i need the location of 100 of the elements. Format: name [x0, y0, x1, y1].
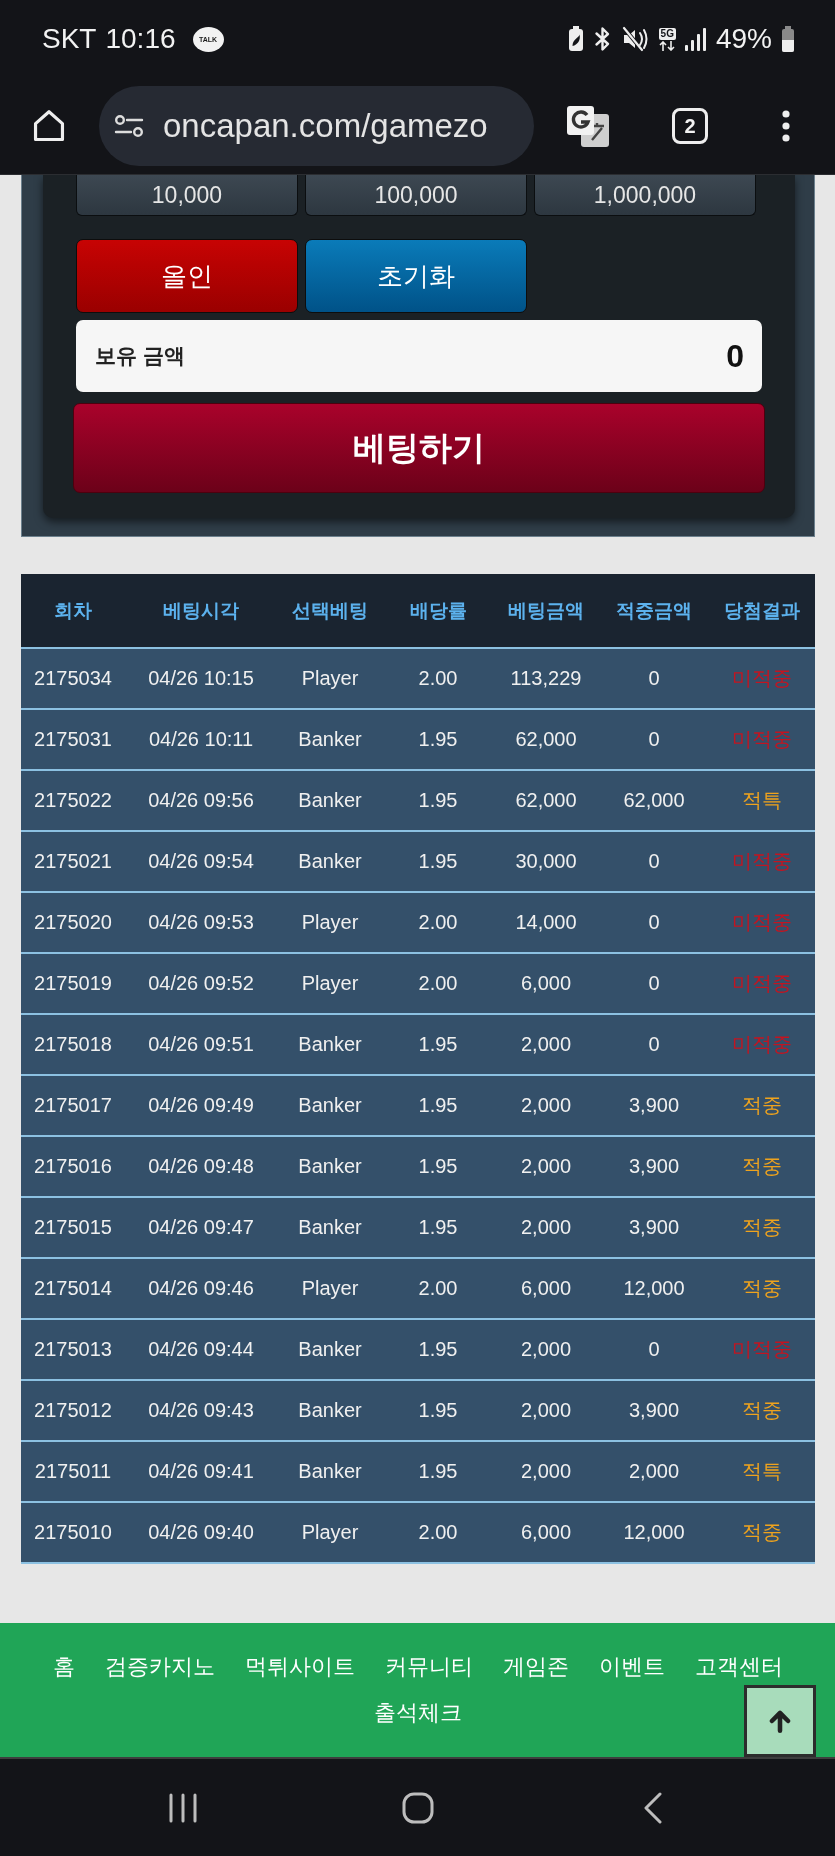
- table-cell-text: 04/26 10:11: [147, 728, 255, 751]
- footer-link[interactable]: 이벤트: [598, 1647, 665, 1687]
- table-cell-text: 2,000: [627, 1460, 681, 1483]
- table-cell-text: 04/26 09:47: [147, 1216, 255, 1239]
- table-cell-text: Banker: [297, 1338, 363, 1361]
- place-bet-button[interactable]: 베팅하기: [73, 403, 765, 493]
- amount-button[interactable]: 100,000: [305, 175, 527, 216]
- table-cell-text: 2,000: [519, 1094, 573, 1117]
- table-cell-text: 04/26 09:49: [147, 1094, 255, 1117]
- table-cell-text: Banker: [297, 1399, 363, 1422]
- mute-icon: [621, 26, 650, 52]
- table-cell-text: Player: [300, 911, 360, 934]
- table-cell-text: 12,000: [622, 1277, 686, 1300]
- table-cell-text: 2175018: [33, 1033, 113, 1056]
- table-cell-text: 2175013: [33, 1338, 113, 1361]
- table-cell-text: 2.00: [417, 911, 459, 934]
- table-cell-text: Player: [300, 1521, 360, 1544]
- table-cell-text: 62,000: [514, 728, 578, 751]
- table-cell-text: 2175014: [33, 1277, 113, 1300]
- battery-saver-icon: [567, 26, 584, 52]
- network-type-label: 5G: [658, 27, 676, 40]
- clock-time: 10:16: [105, 23, 176, 55]
- table-cell-text: 6,000: [519, 1277, 573, 1300]
- translate-icon[interactable]: [566, 104, 610, 148]
- table-cell-text: Banker: [297, 1460, 363, 1483]
- table-cell-text: 2,000: [519, 1338, 573, 1361]
- table-cell-text: 3,900: [627, 1094, 681, 1117]
- result-cell-text: 미적중: [731, 727, 793, 752]
- table-cell-text: 04/26 09:41: [147, 1460, 255, 1483]
- table-cell-text: 2.00: [417, 1521, 459, 1544]
- table-cell-text: 04/26 09:56: [147, 789, 255, 812]
- balance-value: 0: [726, 337, 744, 375]
- table-cell-text: 04/26 09:48: [147, 1155, 255, 1178]
- result-cell-text: 적중: [741, 1520, 783, 1545]
- table-cell-text: Banker: [297, 789, 363, 812]
- table-cell-text: 3,900: [627, 1155, 681, 1178]
- table-cell-text: 1.95: [417, 1460, 459, 1483]
- amount-button[interactable]: 10,000: [76, 175, 298, 216]
- table-cell-text: 1.95: [417, 850, 459, 873]
- table-cell-text: 2175022: [33, 789, 113, 812]
- data-arrows-icon: [659, 40, 676, 51]
- table-cell-text: 2175034: [33, 667, 113, 690]
- table-cell-text: 2175012: [33, 1399, 113, 1422]
- table-cell-text: 2175031: [33, 728, 113, 751]
- carrier-name: SKT: [42, 23, 97, 55]
- table-cell-text: 2,000: [519, 1460, 573, 1483]
- table-cell-text: Banker: [297, 850, 363, 873]
- table-cell-text: 0: [647, 911, 661, 934]
- table-cell-text: 0: [647, 1033, 661, 1056]
- table-cell-text: Banker: [297, 728, 363, 751]
- column-header: 적중금액: [615, 598, 693, 623]
- recent-apps-icon[interactable]: [167, 1791, 198, 1824]
- scroll-to-top-button[interactable]: [744, 1685, 816, 1757]
- table-cell-text: 2,000: [519, 1155, 573, 1178]
- address-bar[interactable]: oncapan.com/gamezo: [99, 86, 534, 166]
- result-cell-text: 미적중: [731, 971, 793, 996]
- result-cell-text: 적특: [741, 788, 783, 813]
- menu-icon[interactable]: [782, 110, 790, 142]
- table-cell-text: 2,000: [519, 1033, 573, 1056]
- table-cell-text: 12,000: [622, 1521, 686, 1544]
- result-cell-text: 미적중: [731, 1032, 793, 1057]
- table-cell-text: 04/26 09:51: [147, 1033, 255, 1056]
- footer-link[interactable]: 먹튀사이트: [244, 1647, 355, 1687]
- table-cell-text: 04/26 09:54: [147, 850, 255, 873]
- table-cell-text: 2175021: [33, 850, 113, 873]
- table-cell-text: 2,000: [519, 1216, 573, 1239]
- table-cell-text: Banker: [297, 1155, 363, 1178]
- footer-link[interactable]: 홈: [52, 1647, 75, 1687]
- table-cell-text: 1.95: [417, 1338, 459, 1361]
- result-cell-text: 적특: [741, 1459, 783, 1484]
- back-icon[interactable]: [642, 1791, 663, 1824]
- table-cell-text: 30,000: [514, 850, 578, 873]
- site-settings-icon[interactable]: [114, 114, 144, 138]
- table-cell-text: 2175011: [33, 1460, 113, 1483]
- table-cell-text: 2.00: [417, 972, 459, 995]
- home-icon[interactable]: [401, 1791, 434, 1824]
- result-cell-text: 적중: [741, 1093, 783, 1118]
- table-cell-text: 62,000: [514, 789, 578, 812]
- table-cell-text: 04/26 09:44: [147, 1338, 255, 1361]
- column-header: 선택베팅: [291, 598, 369, 623]
- all-in-button[interactable]: 올인: [76, 239, 298, 313]
- table-cell-text: 04/26 09:40: [147, 1521, 255, 1544]
- footer-link[interactable]: 고객센터: [694, 1647, 783, 1687]
- table-cell-text: Banker: [297, 1033, 363, 1056]
- result-cell-text: 적중: [741, 1398, 783, 1423]
- footer-link[interactable]: 검증카지노: [104, 1647, 215, 1687]
- table-cell-text: 0: [647, 850, 661, 873]
- table-cell-text: 2175017: [33, 1094, 113, 1117]
- table-cell-text: 2175019: [33, 972, 113, 995]
- footer-link[interactable]: 커뮤니티: [384, 1647, 473, 1687]
- table-cell-text: 2.00: [417, 1277, 459, 1300]
- table-cell-text: 2175016: [33, 1155, 113, 1178]
- tab-count-button[interactable]: 2: [672, 108, 708, 144]
- amount-button[interactable]: 1,000,000: [534, 175, 756, 216]
- footer-link[interactable]: 출석체크: [373, 1693, 462, 1733]
- table-cell-text: 1.95: [417, 1399, 459, 1422]
- footer-link[interactable]: 게임존: [502, 1647, 569, 1687]
- column-header: 베팅시각: [162, 598, 240, 623]
- reset-button[interactable]: 초기화: [305, 239, 527, 313]
- table-cell-text: Player: [300, 1277, 360, 1300]
